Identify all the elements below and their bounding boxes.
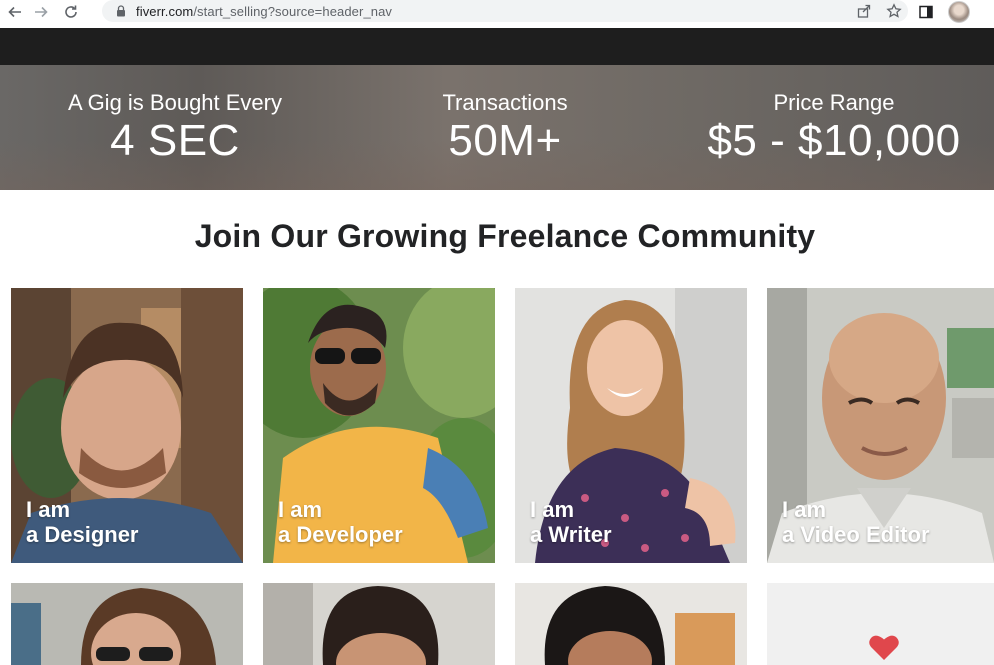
reload-icon	[65, 5, 77, 18]
caption-line1: I am	[782, 497, 827, 522]
community-card-row2-4[interactable]	[767, 583, 994, 665]
browser-toolbar: fiverr.com/start_selling?source=header_n…	[0, 0, 994, 24]
url-host: fiverr.com	[136, 3, 194, 19]
stat-gig-frequency: A Gig is Bought Every 4 SEC	[40, 89, 310, 165]
url-path: /start_selling?source=header_nav	[193, 3, 393, 19]
community-title: Join Our Growing Freelance Community	[194, 218, 816, 254]
caption-line1: I am	[26, 497, 71, 522]
sidepanel-icon[interactable]	[918, 4, 934, 20]
url-text: fiverr.com/start_selling?source=header_n…	[136, 4, 392, 19]
lock-icon	[117, 5, 125, 17]
profile-avatar[interactable]	[948, 1, 970, 23]
stat-label: A Gig is Bought Every	[68, 90, 282, 115]
community-card-row2-3[interactable]	[515, 583, 747, 665]
caption-line1: I am	[530, 497, 575, 522]
caption-line2: a Developer	[278, 522, 403, 547]
site-header	[0, 28, 994, 65]
forward-button[interactable]	[30, 1, 52, 23]
stat-label: Transactions	[442, 90, 568, 115]
community-card-writer[interactable]: I am a Writer	[515, 288, 747, 563]
community-card-developer[interactable]: I am a Developer	[263, 288, 495, 563]
community-card-designer[interactable]: I am a Designer	[11, 288, 243, 563]
star-icon[interactable]	[886, 3, 902, 19]
community-card-row2-1[interactable]	[11, 583, 243, 665]
back-arrow-icon	[8, 6, 21, 18]
card-caption: I am a Video Editor	[782, 497, 930, 547]
caption-line2: a Video Editor	[782, 522, 930, 547]
stats-banner: A Gig is Bought Every 4 SEC Transactions…	[0, 65, 994, 190]
heart-icon	[869, 635, 899, 660]
stat-value: $5 - $10,000	[707, 116, 961, 165]
stat-transactions: Transactions 50M+	[385, 89, 625, 165]
card-caption: I am a Designer	[26, 497, 139, 547]
card-caption: I am a Developer	[278, 497, 403, 547]
stat-price-range: Price Range $5 - $10,000	[680, 89, 988, 165]
address-bar[interactable]: fiverr.com/start_selling?source=header_n…	[102, 0, 908, 22]
stat-value: 4 SEC	[110, 116, 240, 165]
caption-line2: a Writer	[530, 522, 612, 547]
card-caption: I am a Writer	[530, 497, 612, 547]
community-card-video-editor[interactable]: I am a Video Editor	[767, 288, 994, 563]
back-button[interactable]	[4, 1, 26, 23]
freelancer-photo	[515, 583, 747, 665]
freelancer-photo	[11, 583, 243, 665]
stat-value: 50M+	[448, 116, 562, 165]
share-icon[interactable]	[856, 3, 872, 19]
reload-button[interactable]	[60, 1, 82, 23]
caption-line2: a Designer	[26, 522, 139, 547]
freelancer-photo	[263, 583, 495, 665]
community-card-row2-2[interactable]	[263, 583, 495, 665]
stat-label: Price Range	[773, 90, 895, 115]
forward-arrow-icon	[35, 6, 48, 18]
caption-line1: I am	[278, 497, 323, 522]
